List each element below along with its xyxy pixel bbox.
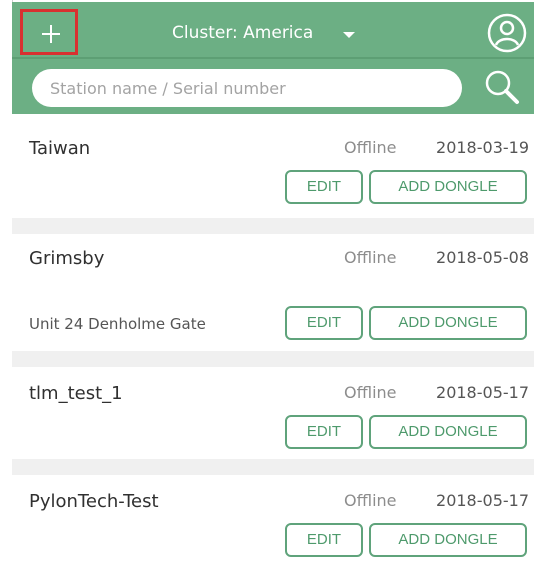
add-dongle-button[interactable]: ADD DONGLE	[369, 170, 527, 204]
chevron-down-icon[interactable]	[343, 32, 355, 38]
list-divider	[12, 351, 534, 367]
search-icon[interactable]	[481, 66, 523, 108]
station-status: Offline	[344, 138, 397, 157]
station-card: PylonTech-Test Offline 2018-05-17 EDIT A…	[12, 475, 534, 568]
edit-button[interactable]: EDIT	[285, 415, 363, 449]
station-card: Grimsby Offline 2018-05-08 Unit 24 Denho…	[12, 234, 534, 351]
station-date: 2018-05-17	[436, 491, 529, 510]
station-date: 2018-03-19	[436, 138, 529, 157]
station-card: Taiwan Offline 2018-03-19 EDIT ADD DONGL…	[12, 114, 534, 218]
station-address: Unit 24 Denholme Gate	[29, 315, 206, 333]
station-name: Grimsby	[29, 248, 105, 269]
add-dongle-button[interactable]: ADD DONGLE	[369, 415, 527, 449]
search-input[interactable]	[32, 69, 462, 107]
station-name: Taiwan	[29, 138, 91, 159]
edit-button[interactable]: EDIT	[285, 170, 363, 204]
header-divider	[12, 57, 534, 59]
edit-button[interactable]: EDIT	[285, 306, 363, 340]
cluster-selector[interactable]: Cluster: America	[172, 23, 313, 47]
top-bar: Cluster: America	[12, 2, 534, 114]
station-status: Offline	[344, 248, 397, 267]
edit-button[interactable]: EDIT	[285, 523, 363, 557]
station-name: tlm_test_1	[29, 383, 123, 404]
station-date: 2018-05-17	[436, 383, 529, 402]
plus-icon	[42, 25, 60, 43]
station-date: 2018-05-08	[436, 248, 529, 267]
user-icon[interactable]	[486, 12, 528, 54]
list-divider	[12, 218, 534, 234]
add-dongle-button[interactable]: ADD DONGLE	[369, 523, 527, 557]
list-divider	[12, 459, 534, 475]
station-card: tlm_test_1 Offline 2018-05-17 EDIT ADD D…	[12, 367, 534, 459]
station-status: Offline	[344, 383, 397, 402]
station-status: Offline	[344, 491, 397, 510]
add-station-button[interactable]	[20, 9, 78, 55]
app-window: Cluster: America Taiwan Offline 2018-03-…	[12, 2, 534, 568]
station-name: PylonTech-Test	[29, 491, 159, 512]
add-dongle-button[interactable]: ADD DONGLE	[369, 306, 527, 340]
